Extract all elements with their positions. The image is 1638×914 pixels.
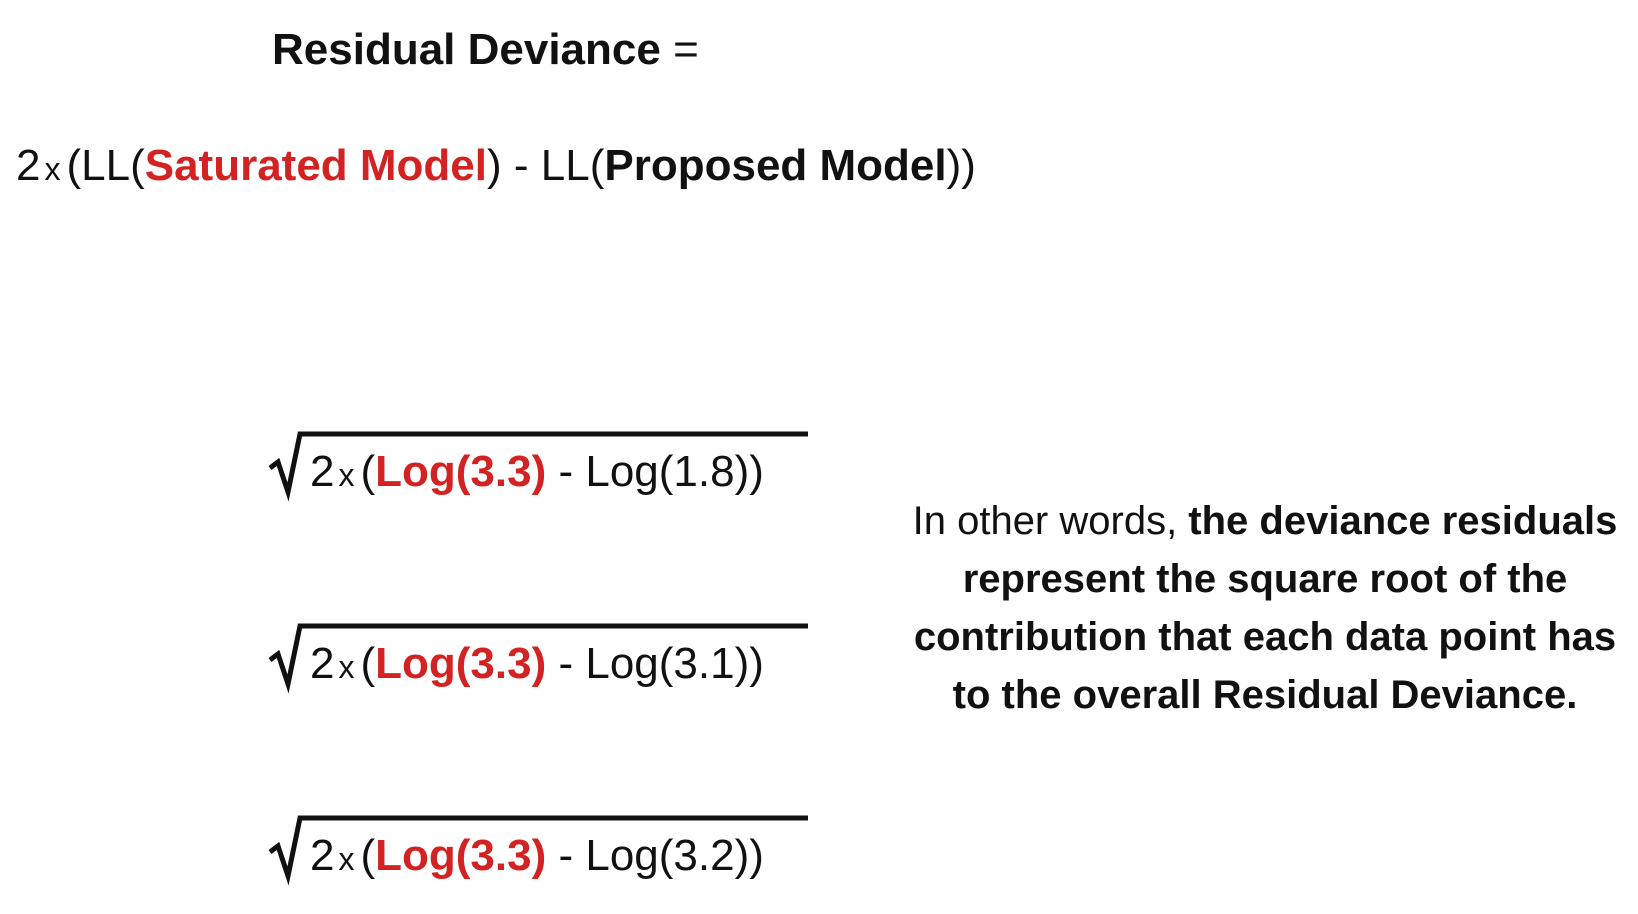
row-open: ( [360,831,376,880]
row-open: ( [360,639,376,688]
row-coefficient: 2 [310,639,335,688]
row-proposed-log: Log(3.1) [585,639,750,688]
title-equals: = [673,25,699,74]
formula-times: x [44,151,61,187]
formula-saturated-model: Saturated Model [144,141,488,190]
sqrt-content: 2 x (Log(3.3) - Log(3.2)) [310,828,764,887]
row-minus: - [546,831,586,880]
row-saturated-log: Log(3.3) [375,639,547,688]
sqrt-expression-1: 2 x (Log(3.3) - Log(1.8)) [268,428,808,508]
formula-coefficient: 2 [16,141,41,190]
formula-close: )) [946,141,976,190]
row-minus: - [546,639,586,688]
row-close: ) [749,447,764,496]
explanation-text: In other words, the deviance residuals r… [910,492,1620,724]
deviance-formula: 2 x (LL(Saturated Model) - LL(Proposed Mod… [16,138,976,197]
formula-proposed-model: Proposed Model [604,141,947,190]
residual-deviance-title: Residual Deviance = [272,22,699,78]
row-open: ( [360,447,376,496]
row-coefficient: 2 [310,447,335,496]
sqrt-expression-2: 2 x (Log(3.3) - Log(3.1)) [268,620,808,700]
row-saturated-log: Log(3.3) [375,831,547,880]
title-label: Residual Deviance [272,25,661,74]
row-proposed-log: Log(3.2) [585,831,750,880]
row-times: x [338,841,355,877]
row-times: x [338,457,355,493]
sqrt-content: 2 x (Log(3.3) - Log(1.8)) [310,444,764,503]
explanation-intro: In other words, [912,499,1189,543]
row-proposed-log: Log(1.8) [585,447,750,496]
row-minus: - [546,447,586,496]
row-close: ) [749,639,764,688]
row-saturated-log: Log(3.3) [375,447,547,496]
sqrt-content: 2 x (Log(3.3) - Log(3.1)) [310,636,764,695]
sqrt-expression-3: 2 x (Log(3.3) - Log(3.2)) [268,812,808,892]
row-close: ) [749,831,764,880]
row-times: x [338,649,355,685]
formula-mid: ) - LL( [487,141,605,190]
row-coefficient: 2 [310,831,335,880]
formula-open: (LL( [66,141,145,190]
